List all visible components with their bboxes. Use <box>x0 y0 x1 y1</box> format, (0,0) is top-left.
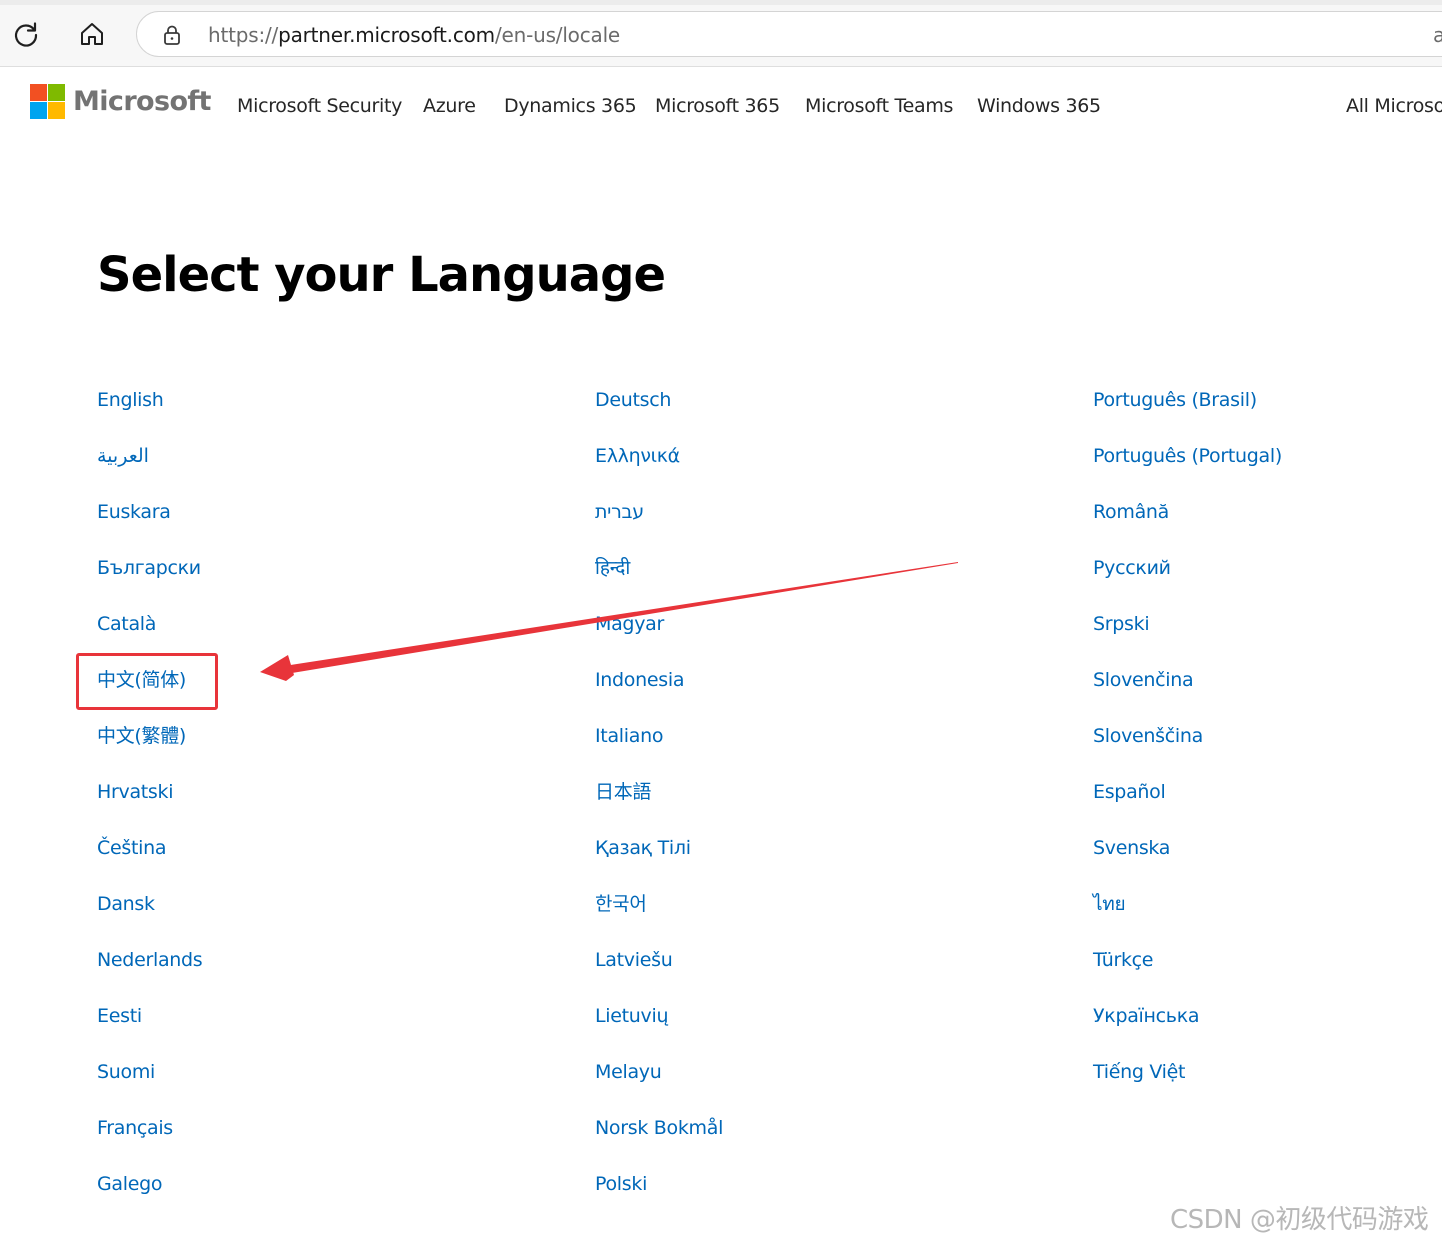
page: https://partner.microsoft.com/en-us/loca… <box>0 0 1442 1247</box>
annotation-arrow-head <box>260 655 294 681</box>
watermark: CSDN @初级代码游戏 <box>1170 1205 1429 1235</box>
annotation-arrow-icon <box>260 562 958 681</box>
annotation-arrow-shaft <box>284 562 958 674</box>
